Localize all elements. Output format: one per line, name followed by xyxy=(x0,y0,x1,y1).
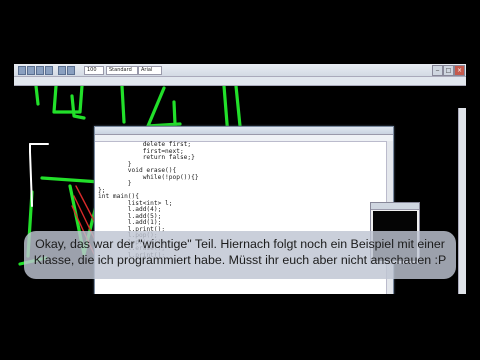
paint-toolbar: 100 Standard Arial ‒ □ × xyxy=(14,64,466,77)
canvas-scrollbar[interactable] xyxy=(458,108,466,294)
drawn-stroke xyxy=(34,86,40,106)
open-folder-icon[interactable] xyxy=(27,66,35,75)
drawn-stroke xyxy=(52,86,84,114)
save-icon[interactable] xyxy=(36,66,44,75)
subtitle-line-1: Okay, das war der "wichtige" Teil. Hiern… xyxy=(35,237,445,251)
subtitle-overlay: Okay, das war der "wichtige" Teil. Hiern… xyxy=(24,231,456,279)
drawn-stroke xyxy=(120,86,126,124)
paint-secondary-toolbar xyxy=(14,77,466,86)
editor-titlebar xyxy=(95,127,393,135)
print-icon[interactable] xyxy=(45,66,53,75)
drawn-stroke xyxy=(234,86,242,128)
console-titlebar xyxy=(371,203,419,210)
new-file-icon[interactable] xyxy=(18,66,26,75)
drawn-stroke xyxy=(40,176,102,184)
style-field[interactable]: Standard xyxy=(106,66,138,75)
redo-icon[interactable] xyxy=(67,66,75,75)
close-button[interactable]: × xyxy=(454,65,465,76)
maximize-button[interactable]: □ xyxy=(443,65,454,76)
undo-icon[interactable] xyxy=(58,66,66,75)
zoom-field[interactable]: 100 xyxy=(84,66,104,75)
font-field[interactable]: Arial xyxy=(138,66,162,75)
subtitle-line-2: Klasse, die ich programmiert habe. Müsst… xyxy=(33,253,447,267)
minimize-button[interactable]: ‒ xyxy=(432,65,443,76)
